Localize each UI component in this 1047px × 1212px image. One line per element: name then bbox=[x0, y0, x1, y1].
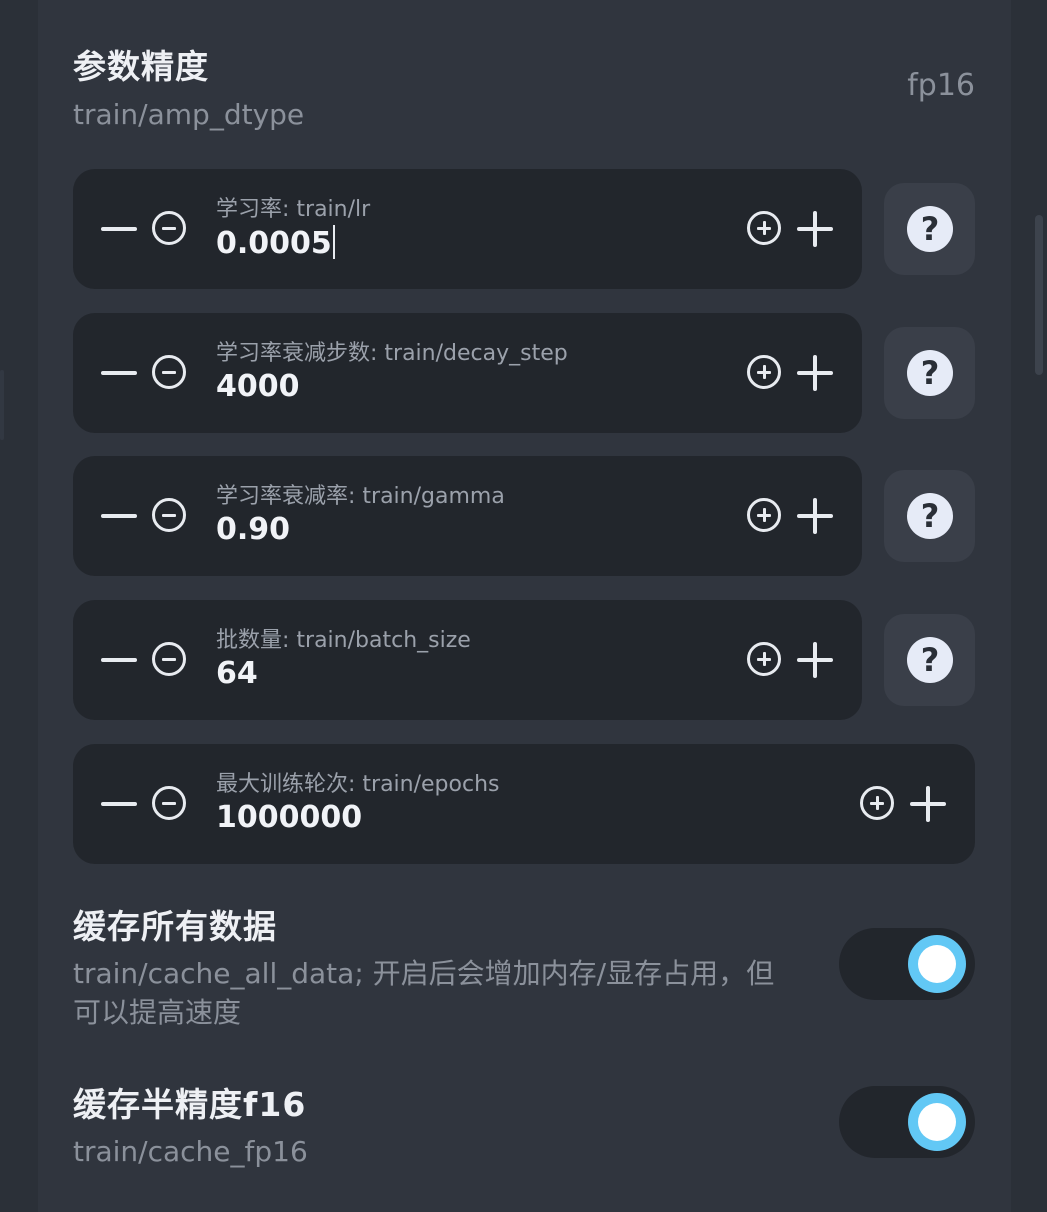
amp-dtype-value[interactable]: fp16 bbox=[907, 68, 975, 103]
cache-all-desc-line2: 可以提高速度 bbox=[73, 996, 242, 1029]
minus-icon[interactable] bbox=[101, 514, 137, 518]
decay-step-stepper: 学习率衰减步数: train/decay_step 4000 bbox=[73, 313, 862, 433]
toggle-knob bbox=[908, 1093, 966, 1151]
plus-circle-icon[interactable] bbox=[747, 355, 781, 389]
plus-icon[interactable] bbox=[797, 498, 833, 534]
minus-icon[interactable] bbox=[101, 802, 137, 806]
plus-circle-icon[interactable] bbox=[747, 642, 781, 676]
plus-icon[interactable] bbox=[910, 786, 946, 822]
cache-fp16-title: 缓存半精度f16 bbox=[73, 1085, 307, 1124]
plus-icon[interactable] bbox=[797, 355, 833, 391]
cache-fp16-toggle[interactable] bbox=[839, 1086, 975, 1158]
help-icon: ? bbox=[907, 493, 953, 539]
minus-icon[interactable] bbox=[101, 227, 137, 231]
cache-all-title: 缓存所有数据 bbox=[73, 907, 277, 946]
plus-icon[interactable] bbox=[797, 642, 833, 678]
plus-circle-icon[interactable] bbox=[747, 498, 781, 532]
epochs-label: 最大训练轮次: train/epochs bbox=[216, 772, 500, 797]
gamma-stepper: 学习率衰减率: train/gamma 0.90 bbox=[73, 456, 862, 576]
left-gutter bbox=[0, 0, 38, 1212]
epochs-stepper: 最大训练轮次: train/epochs 1000000 bbox=[73, 744, 975, 864]
lr-value: 0.0005 bbox=[216, 226, 332, 261]
minus-circle-icon[interactable] bbox=[152, 786, 186, 820]
gamma-label: 学习率衰减率: train/gamma bbox=[216, 484, 505, 509]
gamma-input[interactable]: 0.90 bbox=[216, 512, 290, 547]
drawer-edge bbox=[0, 370, 4, 440]
batch-size-stepper: 批数量: train/batch_size 64 bbox=[73, 600, 862, 720]
plus-circle-icon[interactable] bbox=[747, 211, 781, 245]
cache-all-toggle[interactable] bbox=[839, 928, 975, 1000]
help-icon: ? bbox=[907, 637, 953, 683]
lr-stepper: 学习率: train/lr 0.0005 bbox=[73, 169, 862, 289]
epochs-input[interactable]: 1000000 bbox=[216, 800, 362, 835]
minus-circle-icon[interactable] bbox=[152, 642, 186, 676]
cache-fp16-key: train/cache_fp16 bbox=[73, 1135, 308, 1168]
text-caret bbox=[332, 225, 335, 259]
amp-dtype-title: 参数精度 bbox=[73, 47, 209, 86]
batch-size-label: 批数量: train/batch_size bbox=[216, 628, 471, 653]
help-icon: ? bbox=[907, 350, 953, 396]
amp-dtype-key: train/amp_dtype bbox=[73, 98, 305, 131]
lr-help-button[interactable]: ? bbox=[884, 183, 975, 275]
toggle-knob bbox=[908, 935, 966, 993]
minus-circle-icon[interactable] bbox=[152, 355, 186, 389]
minus-icon[interactable] bbox=[101, 371, 137, 375]
decay-step-help-button[interactable]: ? bbox=[884, 327, 975, 419]
batch-size-input[interactable]: 64 bbox=[216, 656, 258, 691]
right-gutter bbox=[1011, 0, 1047, 1212]
lr-label: 学习率: train/lr bbox=[216, 197, 371, 222]
minus-icon[interactable] bbox=[101, 658, 137, 662]
minus-circle-icon[interactable] bbox=[152, 498, 186, 532]
minus-circle-icon[interactable] bbox=[152, 211, 186, 245]
help-icon: ? bbox=[907, 206, 953, 252]
scrollbar[interactable] bbox=[1035, 215, 1043, 375]
cache-all-desc-line1: train/cache_all_data; 开启后会增加内存/显存占用，但 bbox=[73, 957, 775, 990]
decay-step-label: 学习率衰减步数: train/decay_step bbox=[216, 341, 568, 366]
decay-step-input[interactable]: 4000 bbox=[216, 369, 300, 404]
batch-size-help-button[interactable]: ? bbox=[884, 614, 975, 706]
lr-input[interactable]: 0.0005 bbox=[216, 225, 335, 261]
plus-circle-icon[interactable] bbox=[860, 786, 894, 820]
gamma-help-button[interactable]: ? bbox=[884, 470, 975, 562]
plus-icon[interactable] bbox=[797, 211, 833, 247]
